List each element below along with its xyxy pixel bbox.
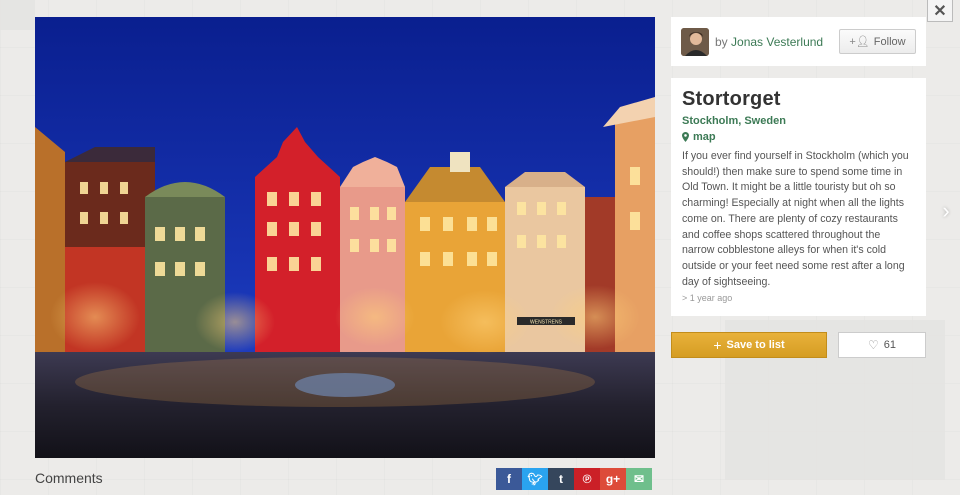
place-location[interactable]: Stockholm, Sweden [682,115,915,127]
follow-button[interactable]: +👤︎ Follow [839,29,916,54]
author-prefix: by [715,34,728,49]
googleplus-share-button[interactable]: g+ [600,468,626,490]
map-pin-icon [682,132,689,142]
plus-icon: + [713,337,722,353]
post-timestamp: > 1 year ago [682,293,733,304]
author-byline: by Jonas Vesterlund [715,35,823,49]
like-count: 61 [883,339,896,351]
next-arrow-button[interactable]: › [937,198,955,224]
place-info-card: Stortorget Stockholm, Sweden map If you … [671,78,926,316]
facebook-share-button[interactable]: f [496,468,522,490]
twitter-icon: 🐦︎ [527,472,543,486]
googleplus-icon: g+ [605,472,621,486]
save-label: Save to list [726,339,785,351]
avatar[interactable] [681,27,709,56]
author-name-link[interactable]: Jonas Vesterlund [731,35,823,49]
comments-heading: Comments [35,470,103,486]
facebook-icon: f [507,472,511,486]
heart-icon: ♡ [867,338,879,352]
map-label: map [693,131,716,143]
place-description: If you ever find yourself in Stockholm (… [682,150,909,288]
stockholm-square-image: WENSTRENS [35,17,655,458]
tumblr-icon: t [559,472,563,486]
tumblr-share-button[interactable]: t [548,468,574,490]
map-link[interactable]: map [682,131,915,143]
close-icon: ✕ [933,2,947,20]
save-to-list-button[interactable]: + Save to list [671,332,827,358]
like-button[interactable]: ♡ 61 [838,332,926,358]
chevron-right-icon: › [942,198,950,223]
add-user-icon: +👤︎ [849,36,870,48]
email-icon: ✉ [633,472,645,486]
email-share-button[interactable]: ✉ [626,468,652,490]
place-title: Stortorget [682,88,781,110]
shop-sign-text: WENSTRENS [530,320,563,326]
close-button[interactable]: ✕ [927,0,953,22]
twitter-share-button[interactable]: 🐦︎ [522,468,548,490]
share-bar: f 🐦︎ t ℗ g+ ✉ [496,468,652,490]
pinterest-icon: ℗ [582,472,592,486]
follow-label: Follow [873,35,906,48]
author-card: by Jonas Vesterlund +👤︎ Follow [671,17,926,66]
pinterest-share-button[interactable]: ℗ [574,468,600,490]
place-photo[interactable]: WENSTRENS [35,17,655,458]
